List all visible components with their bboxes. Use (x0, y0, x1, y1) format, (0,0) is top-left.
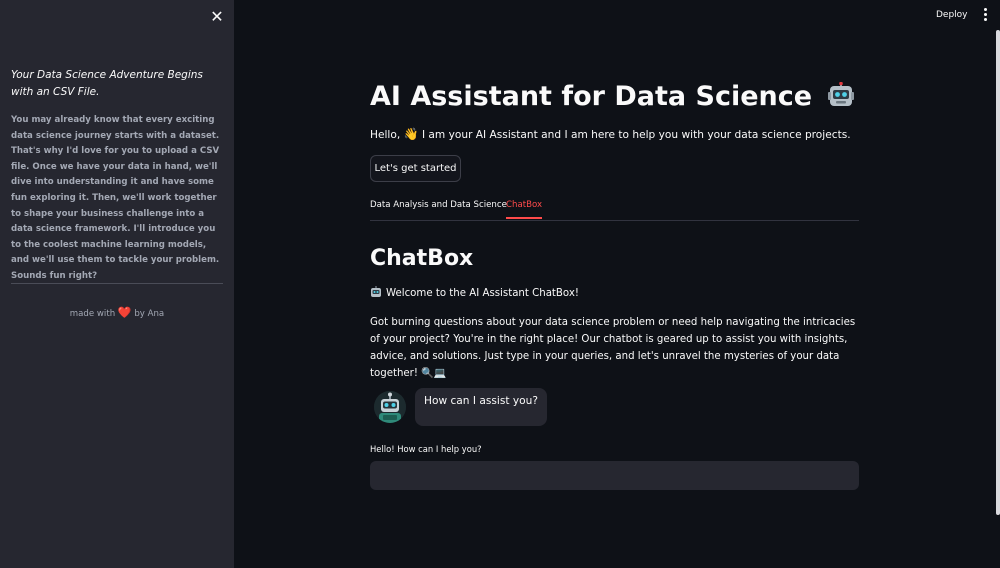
sidebar-heading: Your Data Science Adventure Begins with … (11, 69, 203, 98)
robot-avatar-icon (374, 391, 406, 423)
heart-icon: ❤️ (117, 306, 132, 319)
chat-message: How can I assist you? (374, 388, 859, 428)
sidebar: ✕ Your Data Science Adventure Begins wit… (0, 0, 234, 568)
intro-suffix: I am your AI Assistant and I am here to … (421, 129, 851, 141)
sidebar-footer: made with ❤️ by Ana (11, 306, 223, 321)
intro-text: Hello, 👋 I am your AI Assistant and I am… (370, 126, 851, 143)
sidebar-description: You may already know that every exciting… (11, 115, 220, 281)
welcome-text: Welcome to the AI Assistant ChatBox! (370, 286, 579, 302)
robot-face-icon (827, 81, 854, 106)
chat-input-label: Hello! How can I help you? (370, 444, 482, 454)
chat-input[interactable] (370, 461, 859, 490)
close-sidebar-icon[interactable]: ✕ (208, 8, 226, 26)
chatbox-description: Got burning questions about your data sc… (370, 317, 856, 379)
tab-bar: Data Analysis and Data Science ChatBox (370, 196, 859, 221)
tab-chatbox[interactable]: ChatBox (506, 200, 543, 219)
welcome-message: Welcome to the AI Assistant ChatBox! (386, 288, 579, 299)
get-started-button[interactable]: Let's get started (370, 155, 461, 182)
section-title: ChatBox (370, 246, 474, 271)
assistant-avatar (374, 391, 406, 423)
intro-prefix: Hello, (370, 129, 401, 141)
tab-data-analysis[interactable]: Data Analysis and Data Science (370, 200, 507, 217)
footer-suffix: by Ana (134, 309, 165, 319)
page-title: AI Assistant for Data Science (370, 78, 854, 116)
main-menu-icon[interactable] (978, 6, 992, 24)
robot-face-icon (371, 286, 381, 297)
deploy-button[interactable]: Deploy (930, 8, 974, 22)
waving-hand-icon: 👋 (403, 127, 419, 141)
assistant-message-bubble: How can I assist you? (415, 388, 547, 426)
footer-prefix: made with (69, 309, 116, 319)
page-title-text: AI Assistant for Data Science (370, 81, 813, 112)
sidebar-divider (11, 283, 223, 284)
scrollbar[interactable] (996, 30, 1000, 515)
